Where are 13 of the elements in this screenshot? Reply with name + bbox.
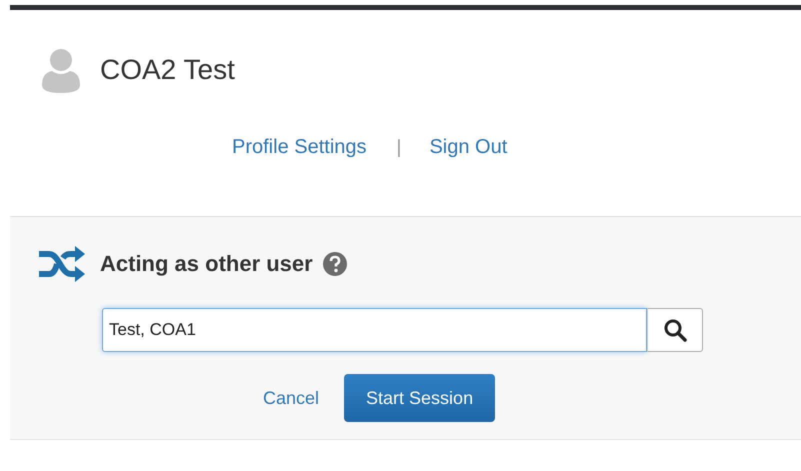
cancel-link[interactable]: Cancel: [263, 388, 320, 408]
user-name: COA2 Test: [100, 54, 235, 86]
shuffle-icon: [37, 246, 85, 282]
search-button[interactable]: [647, 308, 703, 352]
start-session-button[interactable]: Start Session: [344, 374, 496, 422]
link-separator: |: [396, 136, 402, 158]
header-link[interactable]: Sign Out: [429, 136, 508, 159]
help-icon[interactable]: [322, 252, 347, 276]
user-search-field[interactable]: Test, COA1: [102, 308, 647, 352]
avatar-icon: [42, 47, 80, 93]
section-title: Acting as other user: [100, 251, 313, 277]
header-link[interactable]: Profile Settings: [232, 136, 367, 159]
search-icon: [663, 318, 687, 342]
